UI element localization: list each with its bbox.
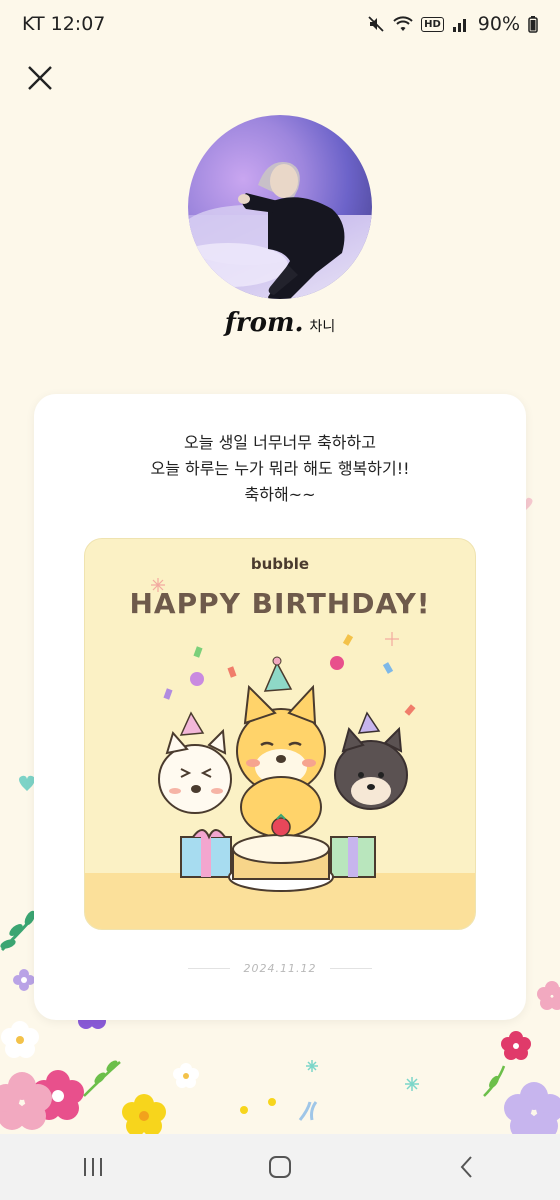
message-line: 축하해~~ [244,485,316,504]
system-nav-bar [0,1134,560,1200]
home-button[interactable] [240,1142,320,1192]
battery-icon [528,15,538,33]
back-button[interactable] [427,1142,507,1192]
close-icon [28,66,52,90]
divider [187,968,230,969]
divider [330,968,373,969]
recent-apps-icon [84,1158,103,1176]
date-row: 2024.11.12 [34,962,526,975]
sender-avatar [188,115,372,299]
close-button[interactable] [22,60,58,96]
recent-apps-button[interactable] [53,1142,133,1192]
status-icons: HD 90% [367,13,538,35]
status-bar: KT 12:07 HD 90% [0,0,560,48]
birthday-card-image: bubble HAPPY BIRTHDAY! [84,538,476,930]
hd-badge: HD [421,16,444,32]
signal-icon [452,15,470,33]
wifi-icon [393,15,413,33]
from-label: from. [224,308,304,338]
message-line: 오늘 생일 너무너무 축하하고 [184,433,376,452]
message-date: 2024.11.12 [243,962,317,975]
back-icon [460,1156,472,1178]
from-row: from. 차니 [0,308,560,338]
home-icon [268,1156,291,1178]
mute-icon [367,15,385,33]
carrier-time: KT 12:07 [22,13,106,35]
message-card: 오늘 생일 너무너무 축하하고 오늘 하루는 누가 뭐라 해도 행복하기!! 축… [34,394,526,1020]
message-text: 오늘 생일 너무너무 축하하고 오늘 하루는 누가 뭐라 해도 행복하기!! 축… [34,430,526,508]
sender-name: 차니 [309,319,336,335]
battery-level: 90% [477,13,520,35]
message-line: 오늘 하루는 누가 뭐라 해도 행복하기!! [150,459,410,478]
birthday-illustration [151,578,416,892]
